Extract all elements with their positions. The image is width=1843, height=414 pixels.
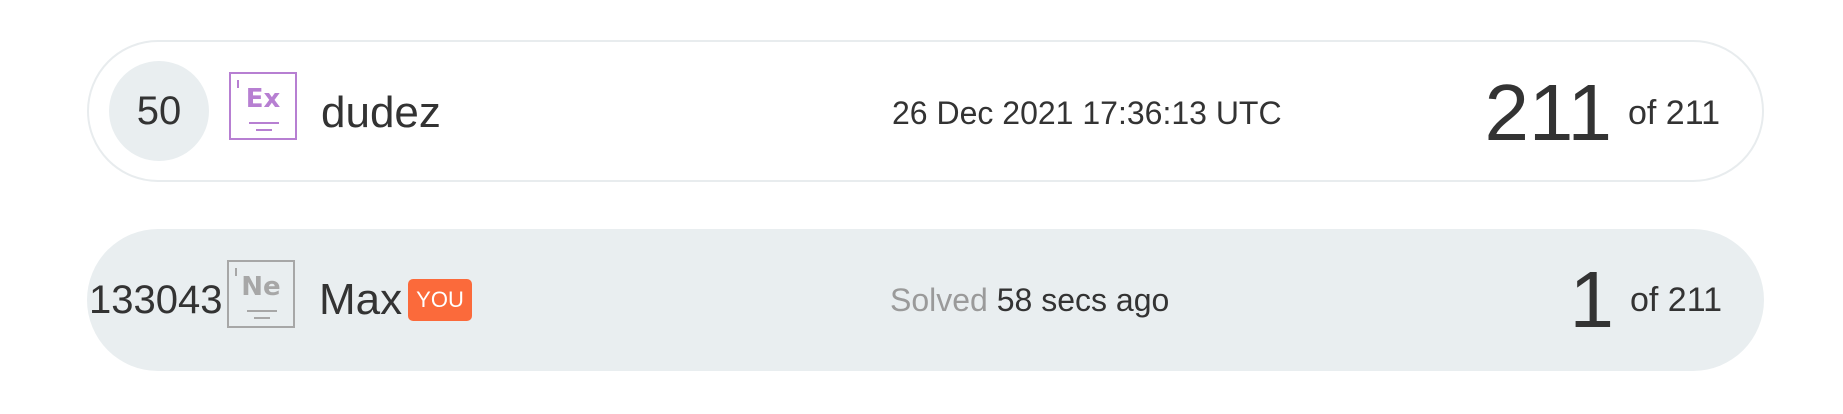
score: 1 of 211 [1569, 229, 1722, 371]
you-badge: YOU [408, 279, 472, 321]
username[interactable]: Max [319, 229, 402, 371]
username[interactable]: dudez [321, 42, 441, 184]
solved-time: Solved 58 secs ago [890, 229, 1169, 371]
rank-number: 133043 [89, 278, 223, 322]
element-badge-icon: Ne [227, 260, 295, 328]
solved-label: Solved [890, 282, 997, 318]
score-value: 1 [1569, 255, 1614, 344]
score: 211 of 211 [1484, 42, 1720, 184]
leaderboard-row-top[interactable]: 50 Ex dudez 26 Dec 2021 17:36:13 UTC 211… [87, 40, 1764, 182]
score-total: of 211 [1627, 93, 1720, 132]
score-value: 211 [1484, 68, 1612, 157]
rank-number: 50 [109, 61, 209, 161]
solved-ago: 58 secs ago [996, 282, 1170, 318]
leaderboard-row-current-user[interactable]: 133043 Ne Max YOU Solved 58 secs ago 1 o… [87, 229, 1764, 371]
badge-symbol: Ex [245, 84, 281, 114]
score-total: of 211 [1629, 280, 1722, 319]
completion-time: 26 Dec 2021 17:36:13 UTC [892, 95, 1282, 131]
badge-symbol: Ne [241, 272, 281, 302]
element-badge-icon: Ex [229, 72, 297, 140]
